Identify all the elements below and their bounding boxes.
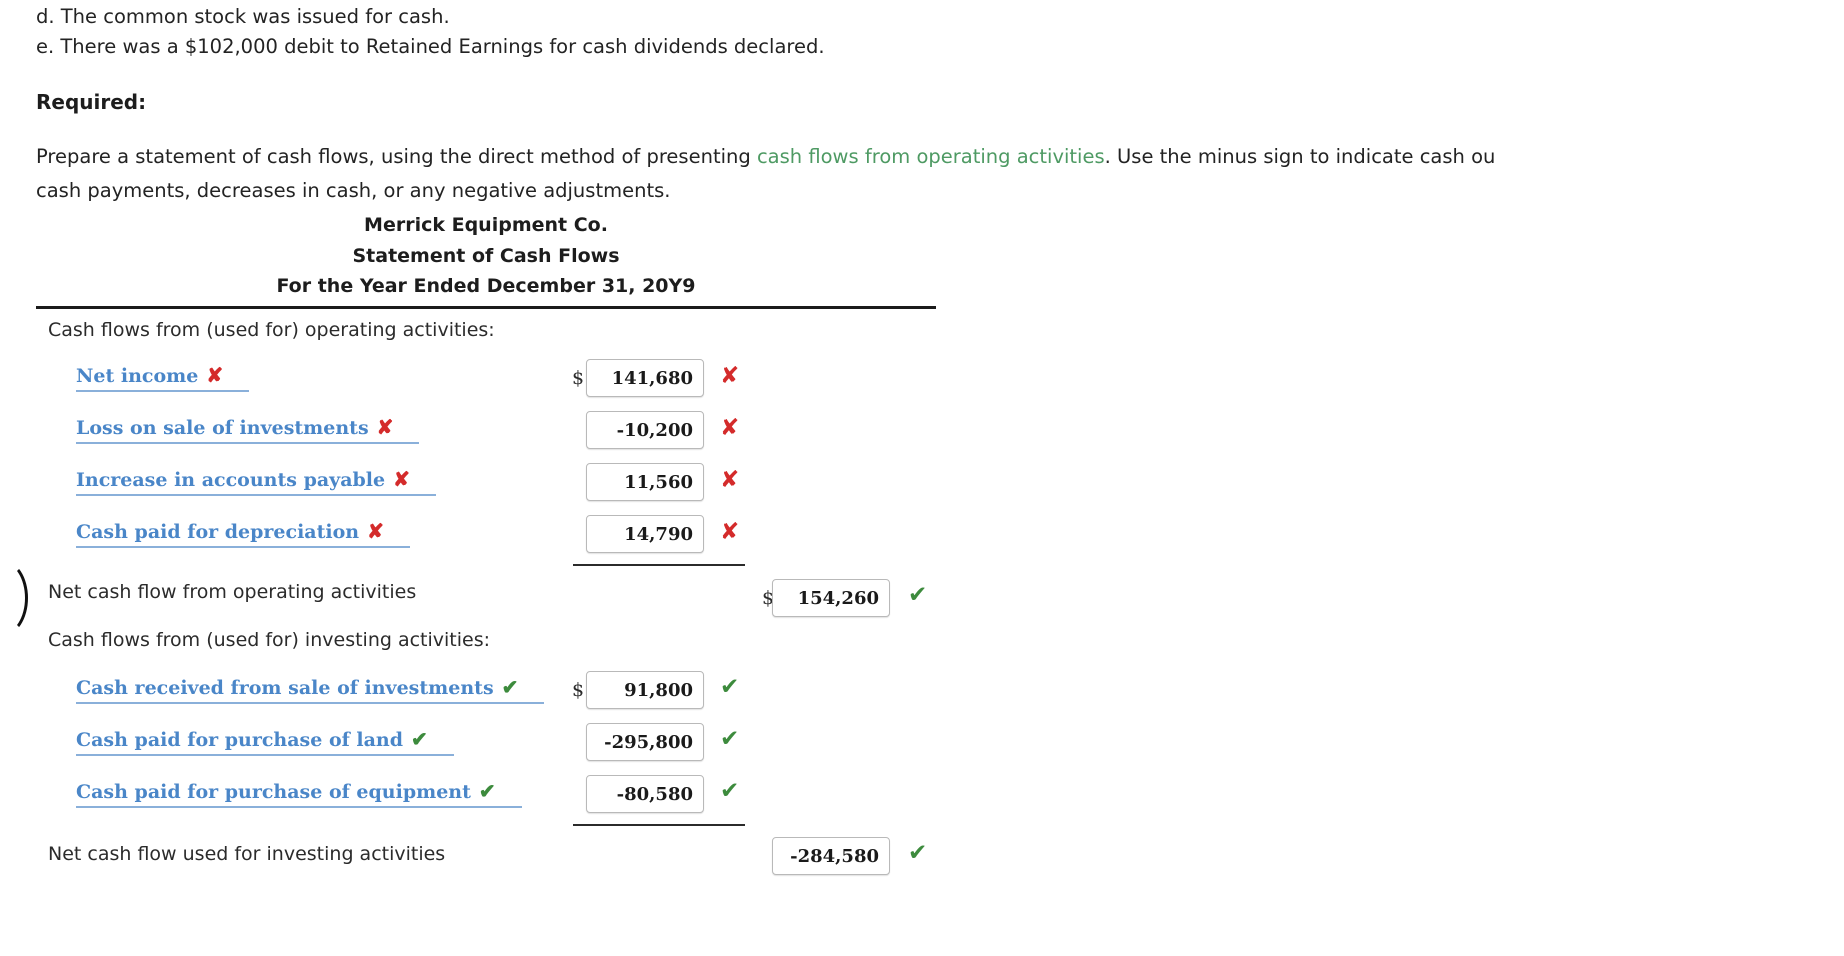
table-row-total: Net cash flow from operating activities …	[36, 567, 1136, 627]
incorrect-icon: ✘	[367, 518, 384, 543]
account-label: Cash received from sale of investments	[76, 676, 494, 699]
statement-company: Merrick Equipment Co.	[364, 214, 608, 236]
table-row: Loss on sale of investments ✘ -10,200 ✘	[36, 410, 1136, 463]
amount-input-cash-paid-purchase-equipment[interactable]: -80,580	[586, 774, 704, 813]
operating-total-label: Net cash flow from operating activities	[48, 580, 417, 603]
correct-icon: ✔	[908, 581, 928, 608]
account-label: Loss on sale of investments	[76, 416, 369, 439]
account-label: Net income	[76, 364, 199, 387]
table-row-total: Net cash flow used for investing activit…	[36, 827, 1136, 887]
investing-subtotal-rule	[573, 823, 745, 826]
incorrect-icon: ✘	[376, 414, 394, 439]
statement-top-rule	[36, 305, 936, 309]
account-select-net-income[interactable]: Net income ✘	[76, 362, 250, 392]
table-row: Cash paid for purchase of equipment ✔ -80…	[36, 774, 1136, 827]
instructions-part-1: Prepare a statement of cash flows, using…	[36, 145, 757, 168]
incorrect-icon: ✘	[720, 414, 740, 441]
account-select-cash-paid-depreciation[interactable]: Cash paid for depreciation ✘	[76, 519, 410, 548]
account-select-cash-received-sale-investments[interactable]: Cash received from sale of investments ✔	[76, 674, 545, 704]
amount-input-net-operating[interactable]: 154,260	[772, 578, 890, 617]
cash-flow-statement: Merrick Equipment Co. Statement of Cash …	[36, 210, 1136, 887]
table-row: Cash paid for depreciation ✘ 14,790 ✘	[36, 514, 1136, 567]
intro-text: d. The common stock was issued for cash.…	[0, 0, 1844, 208]
table-row: Cash paid for purchase of land ✔ -295,800…	[36, 722, 1136, 775]
correct-icon: ✔	[720, 777, 740, 804]
incorrect-icon: ✘	[393, 466, 410, 491]
amount-input-net-investing[interactable]: -284,580	[772, 836, 890, 875]
table-row: Increase in accounts payable ✘ 11,560 ✘	[36, 462, 1136, 515]
incorrect-icon: ✘	[720, 362, 740, 389]
statement-period: For the Year Ended December 31, 20Y9	[276, 275, 696, 297]
correct-icon: ✔	[478, 778, 496, 803]
account-select-cash-paid-purchase-equipment[interactable]: Cash paid for purchase of equipment ✔	[76, 779, 522, 808]
amount-input-cash-received-sale-investments[interactable]: 91,800	[586, 670, 704, 709]
worksheet-page: d. The common stock was issued for cash.…	[0, 0, 1844, 956]
investing-section-label: Cash flows from (used for) investing act…	[48, 628, 491, 651]
operating-section-label: Cash flows from (used for) operating act…	[48, 318, 495, 341]
correct-icon: ✔	[411, 726, 428, 751]
investing-total-label: Net cash flow used for investing activit…	[48, 842, 446, 865]
section-header-operating: Cash flows from (used for) operating act…	[36, 317, 1136, 359]
account-label: Cash paid for depreciation	[76, 520, 360, 543]
account-label: Cash paid for purchase of equipment	[76, 780, 471, 803]
required-label: Required:	[36, 90, 147, 114]
statement-title: Statement of Cash Flows	[352, 244, 620, 267]
incorrect-icon: ✘	[720, 466, 740, 493]
correct-icon: ✔	[501, 674, 519, 699]
amount-input-increase-accounts-payable[interactable]: 11,560	[586, 462, 704, 501]
instructions-part-2: . Use the minus sign to indicate cash ou	[1104, 145, 1496, 168]
section-header-investing: Cash flows from (used for) investing act…	[36, 627, 1136, 671]
table-row: Net income ✘ $ 141,680 ✘	[36, 358, 1136, 411]
intro-line-e: e. There was a $102,000 debit to Retaine…	[36, 35, 825, 58]
correct-icon: ✔	[908, 839, 928, 866]
account-label: Cash paid for purchase of land	[76, 728, 404, 751]
account-select-cash-paid-purchase-land[interactable]: Cash paid for purchase of land ✔	[76, 727, 454, 756]
currency-symbol: $	[572, 366, 585, 389]
amount-input-cash-paid-purchase-land[interactable]: -295,800	[586, 722, 704, 761]
amount-input-net-income[interactable]: 141,680	[586, 358, 704, 397]
correct-icon: ✔	[720, 673, 740, 700]
instructions-line-2: cash payments, decreases in cash, or any…	[36, 179, 671, 202]
incorrect-icon: ✘	[206, 362, 224, 387]
instructions-paragraph: Prepare a statement of cash flows, using…	[36, 140, 1844, 208]
incorrect-icon: ✘	[720, 518, 740, 545]
currency-symbol: $	[572, 678, 585, 701]
table-row: Cash received from sale of investments ✔ …	[36, 670, 1136, 723]
account-select-loss-on-sale[interactable]: Loss on sale of investments ✘	[76, 414, 420, 444]
intro-line-d: d. The common stock was issued for cash.	[36, 5, 450, 28]
account-select-increase-accounts-payable[interactable]: Increase in accounts payable ✘	[76, 467, 436, 496]
amount-input-loss-on-sale[interactable]: -10,200	[586, 410, 704, 449]
amount-input-cash-paid-depreciation[interactable]: 14,790	[586, 514, 704, 553]
operating-subtotal-rule	[573, 563, 745, 566]
account-label: Increase in accounts payable	[76, 468, 386, 491]
page-edge-arc	[0, 560, 28, 636]
correct-icon: ✔	[720, 725, 740, 752]
operating-activities-link[interactable]: cash flows from operating activities	[757, 145, 1105, 168]
